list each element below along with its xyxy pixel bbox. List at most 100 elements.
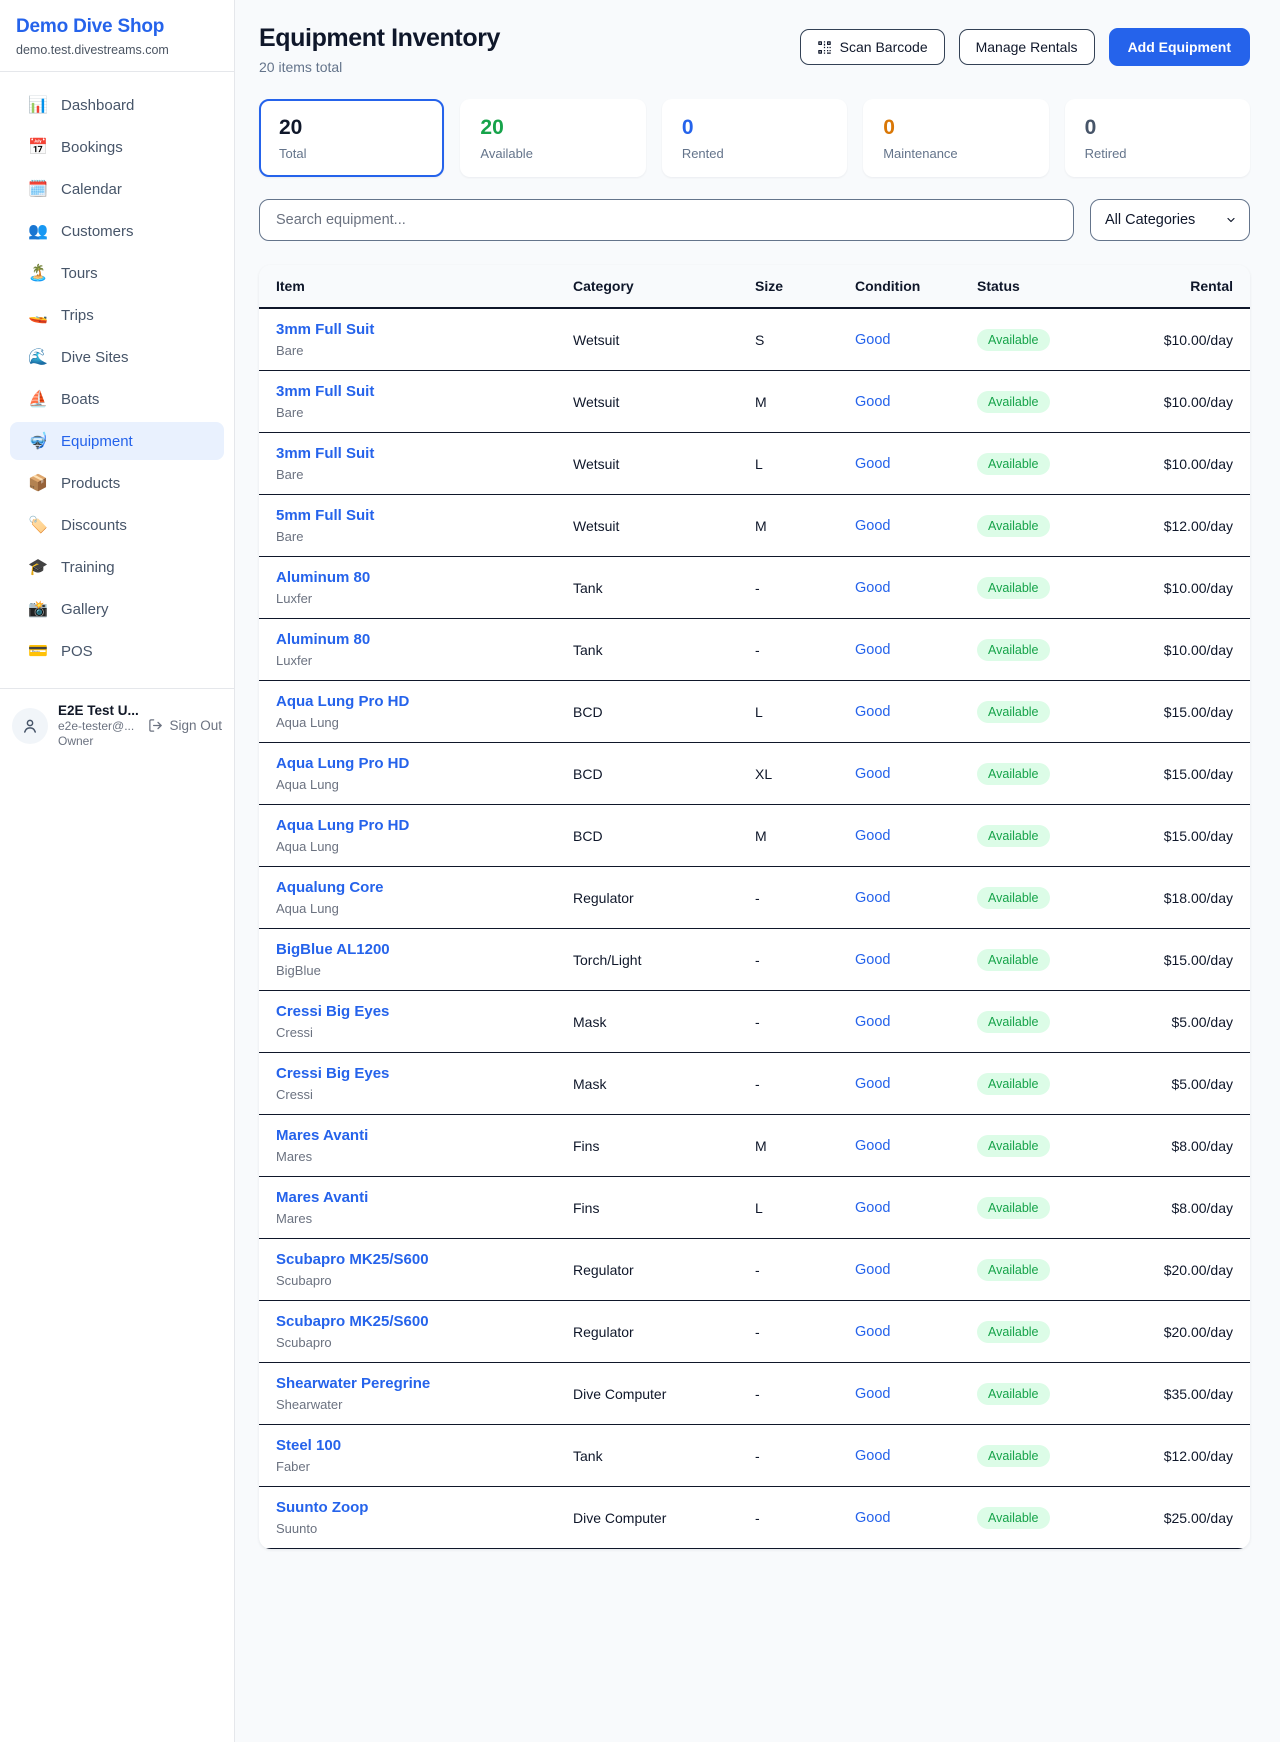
rental-price: $10.00/day — [1121, 433, 1250, 495]
condition-link[interactable]: Good — [855, 1510, 890, 1526]
item-name-link[interactable]: Aqua Lung Pro HD — [276, 817, 557, 834]
stat-card[interactable]: 0 Rented — [662, 99, 847, 177]
scan-barcode-button[interactable]: Scan Barcode — [800, 29, 945, 65]
rental-price: $15.00/day — [1121, 681, 1250, 743]
sidebar-item-label: Discounts — [61, 517, 127, 534]
item-name-link[interactable]: Scubapro MK25/S600 — [276, 1251, 557, 1268]
condition-cell: Good — [847, 433, 969, 495]
item-name-link[interactable]: Mares Avanti — [276, 1189, 557, 1206]
sidebar-item[interactable]: 🏝️ Tours — [10, 254, 224, 292]
item-name-link[interactable]: 3mm Full Suit — [276, 383, 557, 400]
stat-card[interactable]: 20 Total — [259, 99, 444, 177]
stat-card[interactable]: 20 Available — [460, 99, 645, 177]
condition-link[interactable]: Good — [855, 1448, 890, 1464]
sidebar-item[interactable]: 👥 Customers — [10, 212, 224, 250]
condition-link[interactable]: Good — [855, 890, 890, 906]
sidebar-item[interactable]: 🚤 Trips — [10, 296, 224, 334]
item-name-link[interactable]: 3mm Full Suit — [276, 321, 557, 338]
column-header-status: Status — [969, 265, 1121, 308]
add-equipment-button[interactable]: Add Equipment — [1109, 28, 1250, 66]
item-name-link[interactable]: Aqua Lung Pro HD — [276, 693, 557, 710]
size-cell: - — [747, 1239, 847, 1301]
item-brand: Luxfer — [276, 591, 557, 606]
item-name-link[interactable]: Scubapro MK25/S600 — [276, 1313, 557, 1330]
sidebar-item[interactable]: 🎓 Training — [10, 548, 224, 586]
condition-link[interactable]: Good — [855, 1138, 890, 1154]
item-name-link[interactable]: Aqua Lung Pro HD — [276, 755, 557, 772]
sidebar-item[interactable]: 📅 Bookings — [10, 128, 224, 166]
condition-cell: Good — [847, 681, 969, 743]
item-name-link[interactable]: Shearwater Peregrine — [276, 1375, 557, 1392]
size-cell: - — [747, 1301, 847, 1363]
size-cell: - — [747, 991, 847, 1053]
item-name-link[interactable]: Suunto Zoop — [276, 1499, 557, 1516]
status-badge: Available — [977, 515, 1050, 537]
condition-link[interactable]: Good — [855, 332, 890, 348]
table-row: Aqua Lung Pro HD Aqua Lung BCD M Good Av… — [259, 805, 1250, 867]
item-cell: Suunto Zoop Suunto — [259, 1487, 565, 1549]
category-cell: Wetsuit — [565, 371, 747, 433]
sidebar-item[interactable]: 🗓️ Calendar — [10, 170, 224, 208]
status-badge: Available — [977, 1321, 1050, 1343]
item-name-link[interactable]: BigBlue AL1200 — [276, 941, 557, 958]
item-name-link[interactable]: 3mm Full Suit — [276, 445, 557, 462]
table-row: Aqua Lung Pro HD Aqua Lung BCD XL Good A… — [259, 743, 1250, 805]
item-name-link[interactable]: Aqualung Core — [276, 879, 557, 896]
table-row: Mares Avanti Mares Fins L Good Available… — [259, 1177, 1250, 1239]
item-name-link[interactable]: Cressi Big Eyes — [276, 1065, 557, 1082]
sidebar-item[interactable]: ⛵ Boats — [10, 380, 224, 418]
status-cell: Available — [969, 1487, 1121, 1549]
condition-link[interactable]: Good — [855, 580, 890, 596]
status-cell: Available — [969, 1301, 1121, 1363]
item-name-link[interactable]: Cressi Big Eyes — [276, 1003, 557, 1020]
item-name-link[interactable]: Aluminum 80 — [276, 631, 557, 648]
size-cell: - — [747, 1363, 847, 1425]
rental-price: $5.00/day — [1121, 991, 1250, 1053]
condition-link[interactable]: Good — [855, 1324, 890, 1340]
sidebar-item[interactable]: 🏷️ Discounts — [10, 506, 224, 544]
condition-link[interactable]: Good — [855, 394, 890, 410]
stat-card[interactable]: 0 Maintenance — [863, 99, 1048, 177]
item-brand: BigBlue — [276, 963, 557, 978]
item-brand: Cressi — [276, 1087, 557, 1102]
table-row: Steel 100 Faber Tank - Good Available $1… — [259, 1425, 1250, 1487]
item-cell: 5mm Full Suit Bare — [259, 495, 565, 557]
item-name-link[interactable]: Steel 100 — [276, 1437, 557, 1454]
condition-link[interactable]: Good — [855, 1200, 890, 1216]
manage-rentals-button[interactable]: Manage Rentals — [959, 29, 1095, 65]
condition-link[interactable]: Good — [855, 1076, 890, 1092]
sidebar-item[interactable]: 📸 Gallery — [10, 590, 224, 628]
sidebar-item[interactable]: 🌊 Dive Sites — [10, 338, 224, 376]
sidebar-item-icon: 📅 — [28, 137, 48, 157]
sidebar-item[interactable]: 💳 POS — [10, 632, 224, 670]
condition-link[interactable]: Good — [855, 456, 890, 472]
sidebar-item[interactable]: 🤿 Equipment — [10, 422, 224, 460]
condition-cell: Good — [847, 1239, 969, 1301]
condition-link[interactable]: Good — [855, 1014, 890, 1030]
condition-link[interactable]: Good — [855, 766, 890, 782]
condition-link[interactable]: Good — [855, 828, 890, 844]
search-input[interactable] — [259, 199, 1074, 241]
condition-link[interactable]: Good — [855, 704, 890, 720]
item-name-link[interactable]: 5mm Full Suit — [276, 507, 557, 524]
condition-link[interactable]: Good — [855, 518, 890, 534]
item-name-link[interactable]: Mares Avanti — [276, 1127, 557, 1144]
stat-card[interactable]: 0 Retired — [1065, 99, 1250, 177]
sidebar-item-icon: 📸 — [28, 599, 48, 619]
category-cell: BCD — [565, 743, 747, 805]
sidebar-item[interactable]: 📊 Dashboard — [10, 86, 224, 124]
item-name-link[interactable]: Aluminum 80 — [276, 569, 557, 586]
condition-link[interactable]: Good — [855, 1262, 890, 1278]
condition-cell: Good — [847, 1487, 969, 1549]
table-row: Scubapro MK25/S600 Scubapro Regulator - … — [259, 1239, 1250, 1301]
sign-out-button[interactable]: Sign Out — [148, 718, 222, 733]
condition-link[interactable]: Good — [855, 642, 890, 658]
add-equipment-label: Add Equipment — [1128, 39, 1231, 55]
condition-link[interactable]: Good — [855, 1386, 890, 1402]
status-cell: Available — [969, 1053, 1121, 1115]
sidebar-item[interactable]: 📦 Products — [10, 464, 224, 502]
sidebar-item-icon: 💳 — [28, 641, 48, 661]
item-cell: Aqua Lung Pro HD Aqua Lung — [259, 743, 565, 805]
category-select[interactable]: All Categories — [1090, 199, 1250, 241]
condition-link[interactable]: Good — [855, 952, 890, 968]
